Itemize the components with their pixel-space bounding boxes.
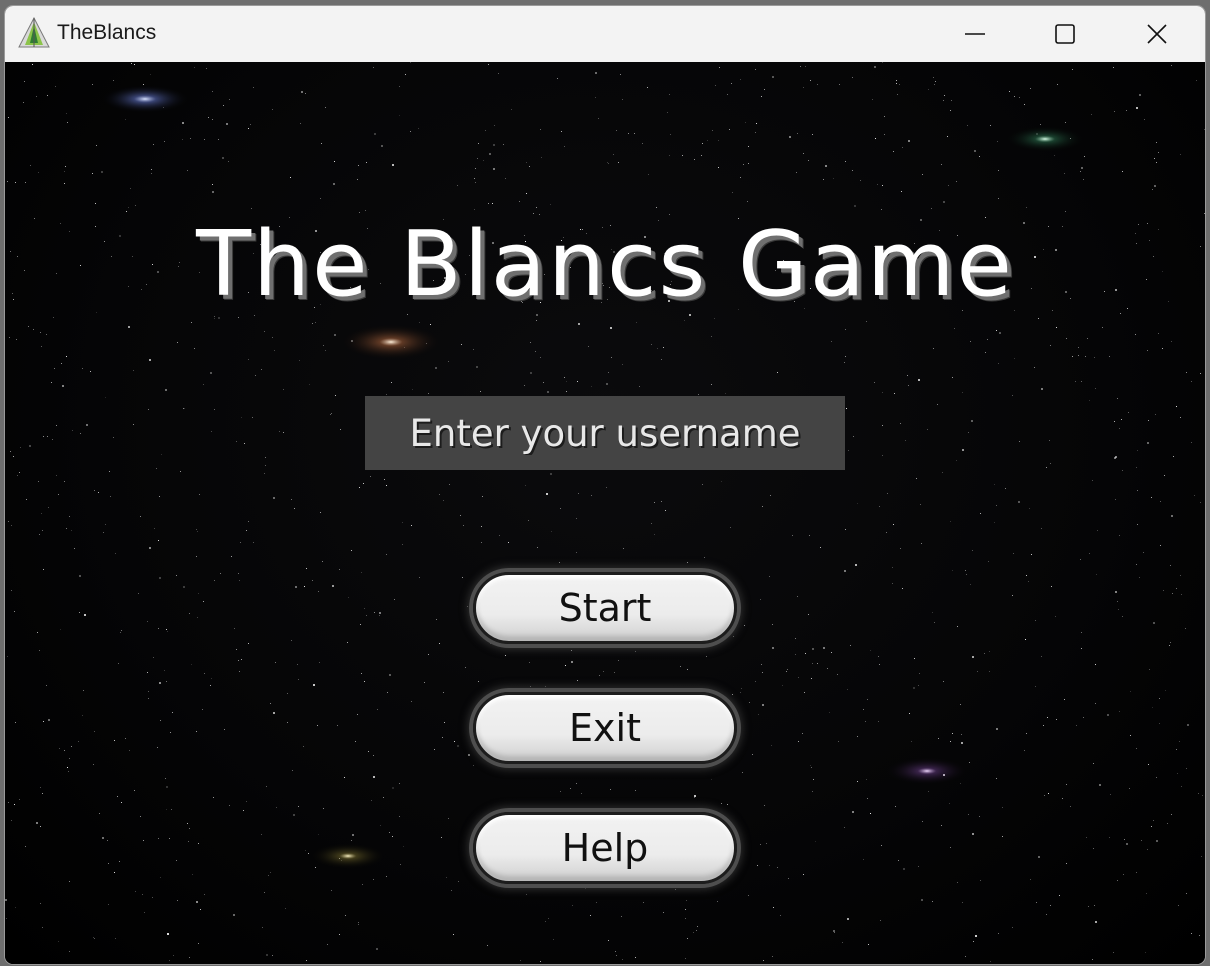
- maximize-button[interactable]: [1019, 6, 1111, 62]
- app-logo-icon: [18, 16, 50, 48]
- start-button[interactable]: Start: [473, 572, 737, 644]
- maximize-icon: [1055, 24, 1075, 44]
- title-bar[interactable]: TheBlancs: [5, 6, 1205, 62]
- game-title: The Blancs Game: [196, 212, 1014, 317]
- help-button[interactable]: Help: [473, 812, 737, 884]
- game-window: TheBlancs The Blancs Game Enter your use…: [5, 6, 1205, 964]
- window-title: TheBlancs: [57, 21, 157, 44]
- minimize-icon: [965, 33, 985, 35]
- game-canvas[interactable]: The Blancs Game Start Exit Help: [5, 62, 1205, 964]
- username-input[interactable]: [365, 396, 845, 470]
- close-button[interactable]: [1111, 6, 1203, 62]
- minimize-button[interactable]: [929, 6, 1021, 62]
- exit-button[interactable]: Exit: [473, 692, 737, 764]
- close-icon: [1147, 24, 1167, 44]
